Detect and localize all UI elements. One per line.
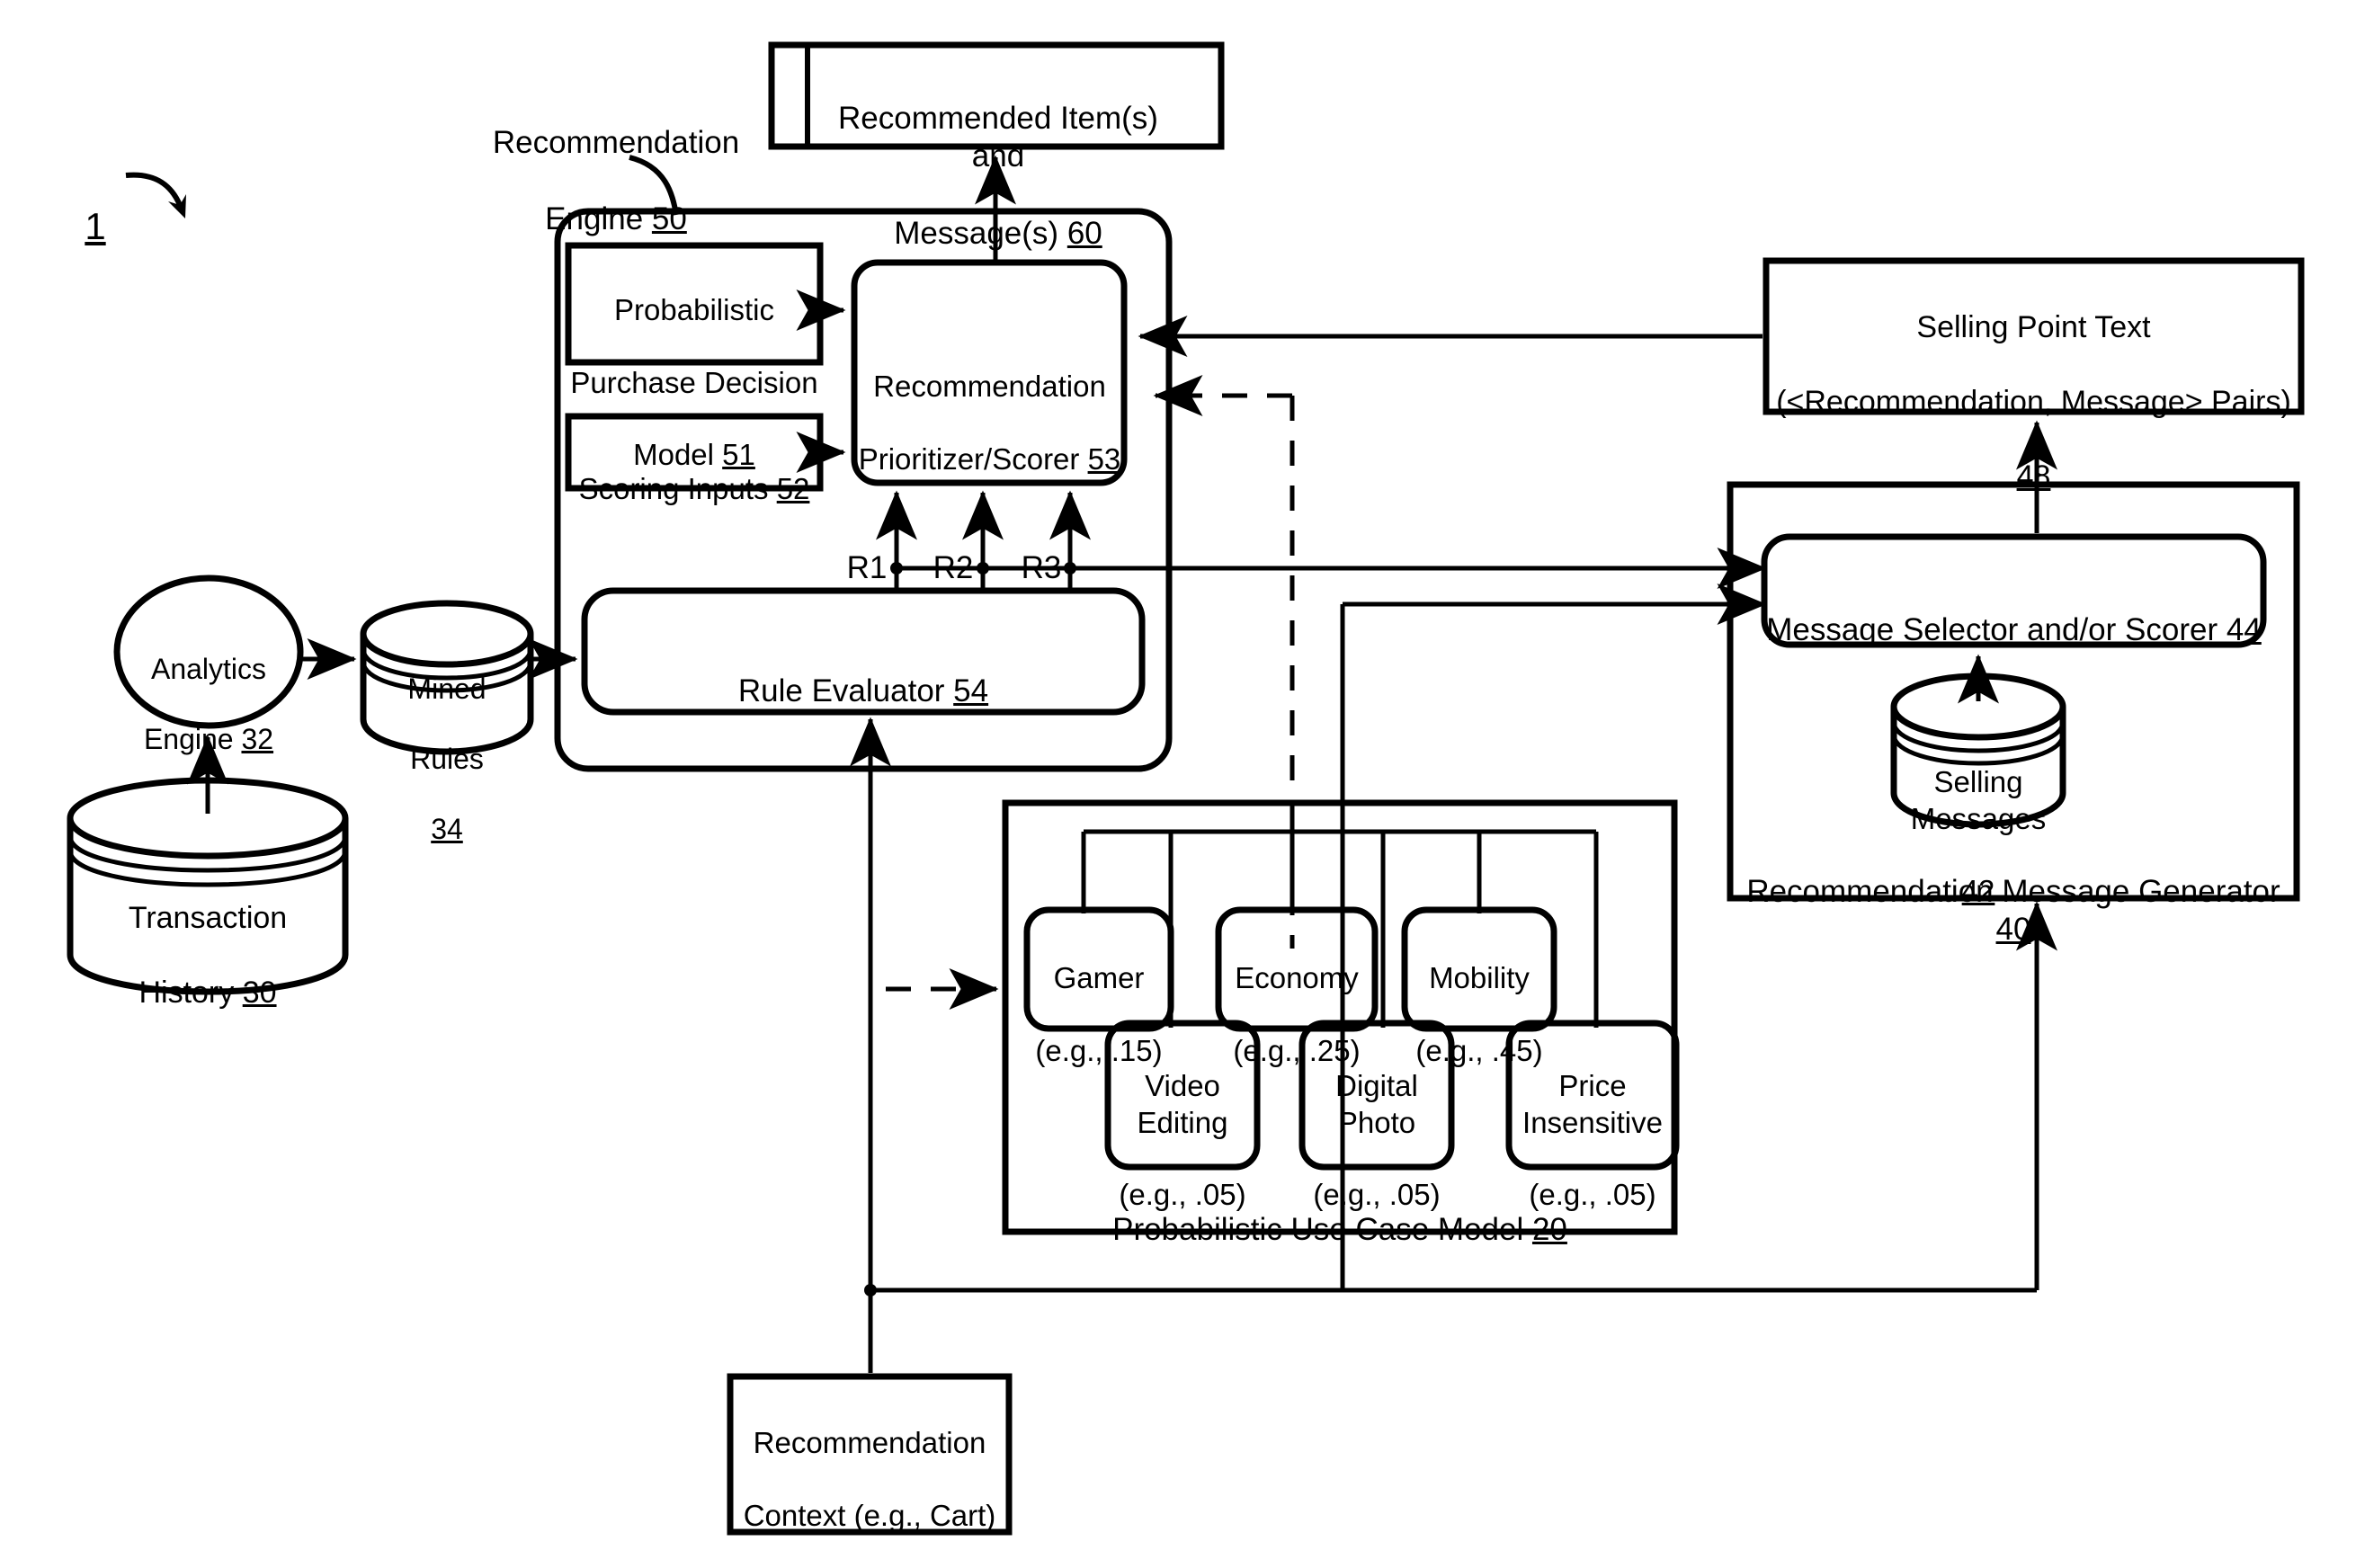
figure-canvas: 1 Recommended Item(s) and Message(s) 60 … <box>0 0 2356 1568</box>
diagram-vector-layer <box>67 41 2305 1536</box>
